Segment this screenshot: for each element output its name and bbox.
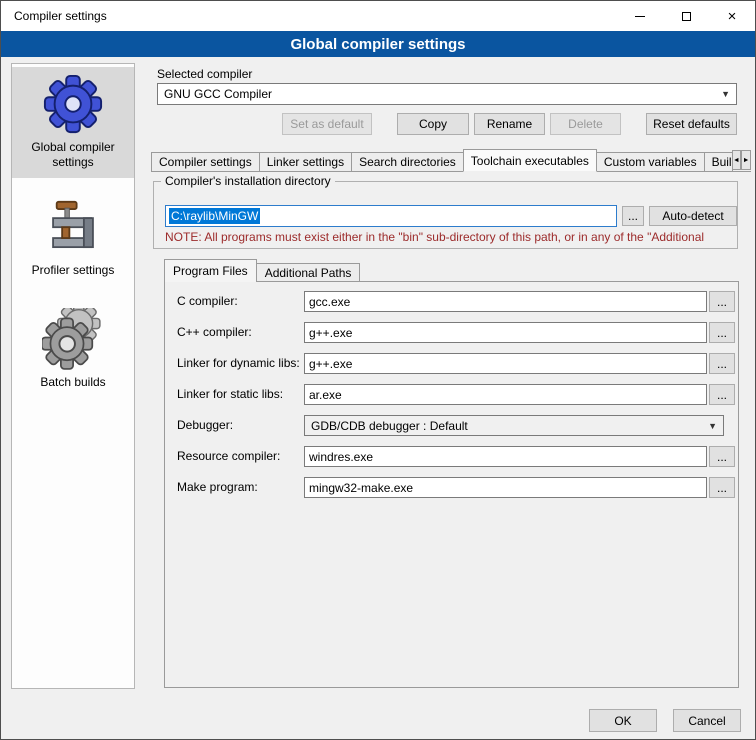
debugger-label: Debugger: <box>177 418 233 432</box>
selected-compiler-label: Selected compiler <box>157 67 252 81</box>
make-program-label: Make program: <box>177 480 258 494</box>
compiler-select-value: GNU GCC Compiler <box>164 87 272 101</box>
chevron-down-icon: ▼ <box>721 89 730 99</box>
cpp-compiler-browse-button[interactable]: ... <box>709 322 735 343</box>
blue-gear-icon <box>42 73 104 135</box>
program-files-tab-strip: Program Files Additional Paths <box>164 259 359 282</box>
cpp-compiler-label: C++ compiler: <box>177 325 252 339</box>
cancel-button[interactable]: Cancel <box>673 709 741 732</box>
installation-directory-group-title: Compiler's installation directory <box>161 174 335 188</box>
linker-dynamic-label: Linker for dynamic libs: <box>177 356 300 370</box>
installation-directory-input[interactable]: C:\raylib\MinGW <box>165 205 617 227</box>
sidebar-item-global-compiler-settings[interactable]: Global compiler settings <box>12 67 134 178</box>
c-compiler-input[interactable] <box>304 291 707 312</box>
compiler-select[interactable]: GNU GCC Compiler ▼ <box>157 83 737 105</box>
clamp-icon <box>44 200 102 258</box>
copy-button[interactable]: Copy <box>397 113 469 135</box>
c-compiler-browse-button[interactable]: ... <box>709 291 735 312</box>
tab-scroll-left-button[interactable]: ◄ <box>732 150 742 170</box>
installation-directory-selected-text: C:\raylib\MinGW <box>169 208 260 224</box>
auto-detect-button[interactable]: Auto-detect <box>649 206 737 226</box>
bin-subdirectory-note: NOTE: All programs must exist either in … <box>165 230 737 244</box>
linker-static-input[interactable] <box>304 384 707 405</box>
gray-gears-icon <box>42 308 104 370</box>
minimize-icon <box>635 16 645 17</box>
sidebar: Global compiler settings Profiler settin… <box>11 63 135 689</box>
sidebar-item-profiler-settings[interactable]: Profiler settings <box>12 194 134 286</box>
tab-linker-settings[interactable]: Linker settings <box>259 152 352 171</box>
arrow-left-icon: ◄ <box>733 157 740 164</box>
tab-build-options-truncated[interactable]: Buil <box>704 152 733 171</box>
sidebar-item-label: Profiler settings <box>14 263 132 278</box>
tab-toolchain-executables[interactable]: Toolchain executables <box>463 149 597 172</box>
maximize-icon <box>682 12 691 21</box>
rename-button[interactable]: Rename <box>474 113 545 135</box>
compiler-settings-dialog: Compiler settings × Global compiler sett… <box>0 0 756 740</box>
debugger-select[interactable]: GDB/CDB debugger : Default ▼ <box>304 415 724 436</box>
tab-compiler-settings[interactable]: Compiler settings <box>151 152 260 171</box>
chevron-down-icon: ▼ <box>708 421 717 431</box>
cpp-compiler-input[interactable] <box>304 322 707 343</box>
browse-directory-button[interactable]: ... <box>622 206 644 226</box>
c-compiler-label: C compiler: <box>177 294 238 308</box>
tab-search-directories[interactable]: Search directories <box>351 152 464 171</box>
dialog-banner-title: Global compiler settings <box>290 36 465 53</box>
sidebar-item-batch-builds[interactable]: Batch builds <box>12 302 134 398</box>
set-as-default-button[interactable]: Set as default <box>282 113 372 135</box>
tab-program-files[interactable]: Program Files <box>164 259 257 282</box>
sidebar-item-label: Global compiler settings <box>14 140 132 170</box>
arrow-right-icon: ► <box>743 157 750 164</box>
resource-compiler-input[interactable] <box>304 446 707 467</box>
reset-defaults-button[interactable]: Reset defaults <box>646 113 737 135</box>
sidebar-item-label: Batch builds <box>14 375 132 390</box>
window-controls: × <box>617 1 755 31</box>
ok-button[interactable]: OK <box>589 709 657 732</box>
minimize-button[interactable] <box>617 1 663 31</box>
linker-static-browse-button[interactable]: ... <box>709 384 735 405</box>
titlebar: Compiler settings × <box>1 1 755 31</box>
tab-scroll-right-button[interactable]: ► <box>741 150 751 170</box>
tab-additional-paths[interactable]: Additional Paths <box>256 263 361 282</box>
linker-dynamic-input[interactable] <box>304 353 707 374</box>
make-program-input[interactable] <box>304 477 707 498</box>
close-button[interactable]: × <box>709 1 755 31</box>
resource-compiler-browse-button[interactable]: ... <box>709 446 735 467</box>
settings-tab-strip: Compiler settings Linker settings Search… <box>151 149 751 172</box>
window-title: Compiler settings <box>1 9 107 23</box>
dialog-banner: Global compiler settings <box>1 31 755 57</box>
linker-dynamic-browse-button[interactable]: ... <box>709 353 735 374</box>
close-icon: × <box>728 9 737 24</box>
tab-custom-variables[interactable]: Custom variables <box>596 152 705 171</box>
delete-button[interactable]: Delete <box>550 113 621 135</box>
make-program-browse-button[interactable]: ... <box>709 477 735 498</box>
linker-static-label: Linker for static libs: <box>177 387 283 401</box>
maximize-button[interactable] <box>663 1 709 31</box>
debugger-select-value: GDB/CDB debugger : Default <box>311 419 468 433</box>
resource-compiler-label: Resource compiler: <box>177 449 280 463</box>
